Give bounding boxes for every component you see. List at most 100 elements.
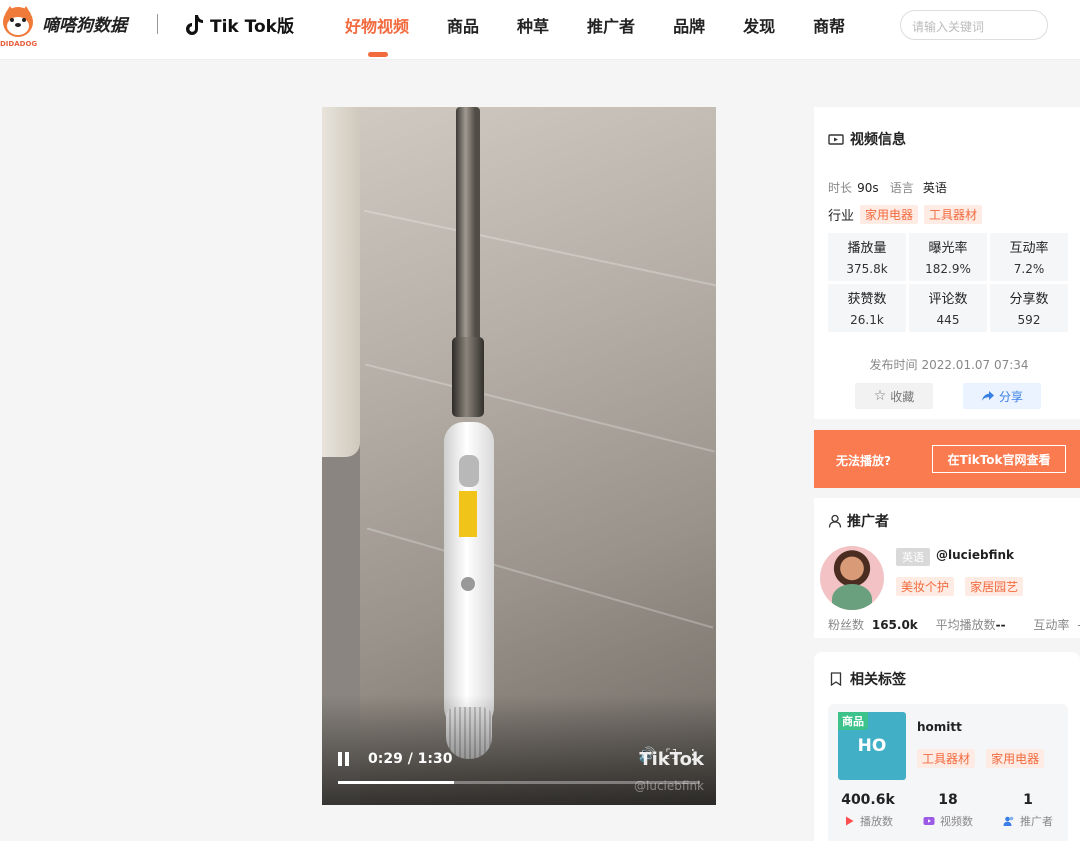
brand-stat-plays: 400.6k 播放数 (828, 792, 908, 829)
tiktok-icon (186, 14, 203, 35)
related-tags-title-text: 相关标签 (850, 672, 906, 688)
video-frame-collar (452, 337, 484, 417)
play-icon (846, 816, 854, 826)
promoter-stats: 粉丝数 165.0k 平均播放数-- 互动率 -- (828, 616, 1080, 633)
stat-label: 获赞数 (847, 292, 887, 307)
share-icon (981, 391, 994, 401)
cannot-play-banner: 无法播放? 在TikTok官网查看 (814, 430, 1080, 488)
stat-label: 视频数 (940, 815, 973, 828)
publish-label: 发布时间 (869, 358, 918, 372)
duration-language-row: 时长 90s 语言 英语 (828, 177, 947, 196)
brand-name[interactable]: homitt (917, 720, 962, 734)
video-info-title-text: 视频信息 (850, 132, 906, 148)
brand-thumbnail-text: HO (857, 736, 887, 756)
stat-value: 18 (938, 792, 958, 808)
share-label: 分享 (998, 389, 1023, 404)
main-nav: 好物视频 商品 种草 推广者 品牌 发现 商帮 (345, 13, 883, 57)
logo-subtext: DIDADOG (0, 40, 38, 48)
promoter-tag[interactable]: 美妆个护 (896, 577, 955, 596)
video-info-title: 视频信息 (828, 129, 906, 149)
nav-products[interactable]: 商品 (447, 13, 479, 37)
brand-tag[interactable]: 家用电器 (986, 749, 1045, 768)
stat-value: 182.9% (925, 262, 971, 276)
brand-stat-promoters: 1 推广者 (988, 792, 1068, 829)
industry-tag[interactable]: 家用电器 (860, 205, 919, 224)
stat-shares: 分享数 592 (990, 284, 1068, 332)
favorite-button[interactable]: ☆ 收藏 (855, 383, 933, 409)
nav-merchant-help[interactable]: 商帮 (813, 13, 845, 37)
stat-value: 445 (936, 313, 960, 327)
promoter-card: 推广者 英语 @luciebfink 美妆个护 家居园艺 粉丝数 165.0k … (814, 498, 1080, 638)
stat-label-row: 播放数 (828, 813, 908, 829)
search-input[interactable]: 请输入关键词 (900, 10, 1048, 40)
brand-tag[interactable]: 工具器材 (917, 749, 976, 768)
tiktok-version-label: Tik Tok版 (210, 17, 294, 37)
related-brand-card[interactable]: HO 商品 homitt 工具器材 家用电器 400.6k 播放数 18 视频数 (828, 704, 1068, 841)
view-on-tiktok-button[interactable]: 在TikTok官网查看 (932, 445, 1066, 473)
video-frame-towel (322, 107, 360, 457)
stat-comments: 评论数 445 (909, 284, 987, 332)
publish-time-row: 发布时间 2022.01.07 07:34 (814, 356, 1080, 373)
stat-label: 推广者 (1020, 815, 1053, 828)
divider (157, 14, 158, 34)
industry-label: 行业 (828, 209, 855, 224)
stat-value: 1 (1023, 792, 1033, 808)
stat-value: 400.6k (841, 792, 895, 808)
nav-promoters[interactable]: 推广者 (587, 13, 635, 37)
avg-play-label: 平均播放数 (935, 618, 996, 632)
tiktok-watermark: TikTok (639, 749, 704, 770)
nav-discover[interactable]: 发现 (743, 13, 775, 37)
nav-good-videos[interactable]: 好物视频 (345, 13, 409, 57)
industry-tag[interactable]: 工具器材 (924, 205, 983, 224)
avg-play-value: -- (995, 618, 1006, 632)
fans-value: 165.0k (871, 618, 918, 632)
interaction-label: 互动率 (1033, 618, 1070, 632)
pause-icon[interactable] (338, 752, 350, 766)
industry-row: 行业 家用电器 工具器材 (828, 205, 988, 224)
video-frame-dot (461, 577, 475, 591)
stat-label: 播放数 (860, 815, 893, 828)
video-time: 0:29 / 1:30 (368, 751, 453, 767)
stat-likes: 获赞数 26.1k (828, 284, 906, 332)
share-button[interactable]: 分享 (963, 383, 1041, 409)
nav-seeding[interactable]: 种草 (517, 13, 549, 37)
stat-label-row: 推广者 (988, 813, 1068, 829)
publish-time: 2022.01.07 07:34 (921, 358, 1029, 372)
duration-value: 90s (857, 181, 879, 195)
stat-label: 互动率 (1009, 241, 1049, 256)
stat-interaction-rate: 互动率 7.2% (990, 233, 1068, 281)
stat-exposure-rate: 曝光率 182.9% (909, 233, 987, 281)
fans-label: 粉丝数 (828, 618, 865, 632)
language-value: 英语 (922, 181, 947, 195)
stat-value: 7.2% (1013, 262, 1045, 276)
brand-stat-videos: 18 视频数 (908, 792, 988, 829)
duration-label: 时长 (828, 181, 853, 195)
goods-badge: 商品 (838, 712, 868, 730)
video-player[interactable]: 0:29 / 1:30 🔊 ⛶ ⋮ TikTok @luciebfink (322, 107, 716, 805)
person-icon (828, 514, 842, 528)
stat-value: 375.8k (846, 262, 888, 276)
nav-brands[interactable]: 品牌 (673, 13, 705, 37)
stat-label-row: 视频数 (908, 813, 988, 829)
video-progress-fill (338, 781, 454, 784)
avatar[interactable] (820, 546, 884, 610)
video-info-card: 视频信息 时长 90s 语言 英语 行业 家用电器 工具器材 播放量 375.8… (814, 107, 1080, 419)
logo-text: 嘀嗒狗数据 (42, 15, 127, 36)
promoter-tag[interactable]: 家居园艺 (965, 577, 1024, 596)
cannot-play-question: 无法播放? (836, 454, 891, 468)
dog-logo-icon: DIDADOG (0, 4, 37, 48)
video-info-icon (828, 134, 844, 145)
brand-thumbnail: HO 商品 (838, 712, 906, 780)
logo[interactable]: DIDADOG 嘀嗒狗数据 (0, 4, 127, 48)
promoter-tags: 美妆个护 家居园艺 (896, 576, 1029, 596)
brand-stats: 400.6k 播放数 18 视频数 1 推广者 (828, 792, 1068, 829)
stat-label: 分享数 (1009, 292, 1049, 307)
language-label: 语言 (889, 181, 914, 195)
promoter-name[interactable]: @luciebfink (936, 548, 1014, 562)
promoter-language-badge: 英语 (896, 548, 930, 566)
video-frame-button (459, 455, 479, 487)
tiktok-version-switch[interactable]: Tik Tok版 (184, 12, 294, 37)
bookmark-icon (830, 672, 842, 686)
stat-label: 评论数 (928, 292, 968, 307)
video-progress-bar[interactable] (338, 781, 700, 784)
